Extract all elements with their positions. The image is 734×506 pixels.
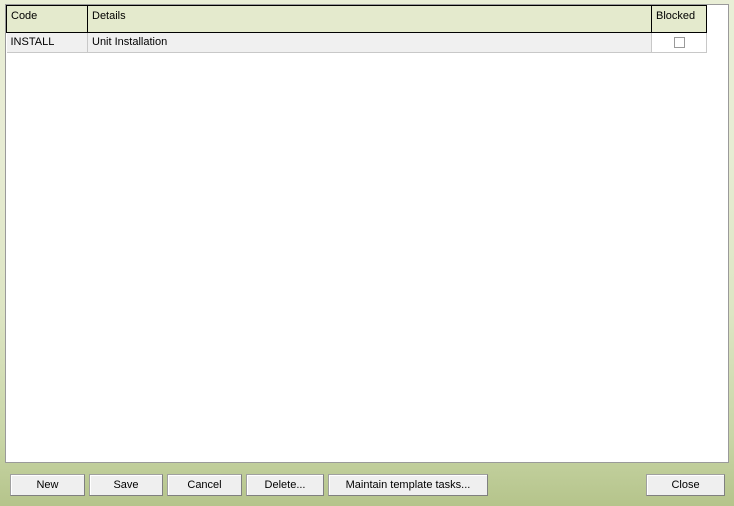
save-button[interactable]: Save [89,474,163,496]
task-codes-grid-panel: Code Details Blocked INSTALL Unit Instal… [5,4,729,463]
column-header-details[interactable]: Details [87,5,652,33]
table-header-row: Code Details Blocked [6,5,728,33]
column-header-filler [706,5,728,33]
new-button[interactable]: New [10,474,85,496]
cell-blocked[interactable] [651,32,707,53]
cell-code[interactable]: INSTALL [6,32,88,53]
column-header-blocked[interactable]: Blocked [651,5,707,33]
table-row[interactable]: INSTALL Unit Installation [6,32,728,53]
cancel-button[interactable]: Cancel [167,474,242,496]
footer-button-bar: New Save Cancel Delete... Maintain templ… [0,465,734,506]
column-header-code[interactable]: Code [6,5,88,33]
task-codes-window: Code Details Blocked INSTALL Unit Instal… [0,0,734,506]
task-codes-table: Code Details Blocked INSTALL Unit Instal… [6,5,728,53]
cell-filler [706,32,728,53]
close-button[interactable]: Close [646,474,725,496]
maintain-template-tasks-button[interactable]: Maintain template tasks... [328,474,488,496]
blocked-checkbox[interactable] [673,37,685,49]
delete-button[interactable]: Delete... [246,474,324,496]
cell-details[interactable]: Unit Installation [87,32,652,53]
